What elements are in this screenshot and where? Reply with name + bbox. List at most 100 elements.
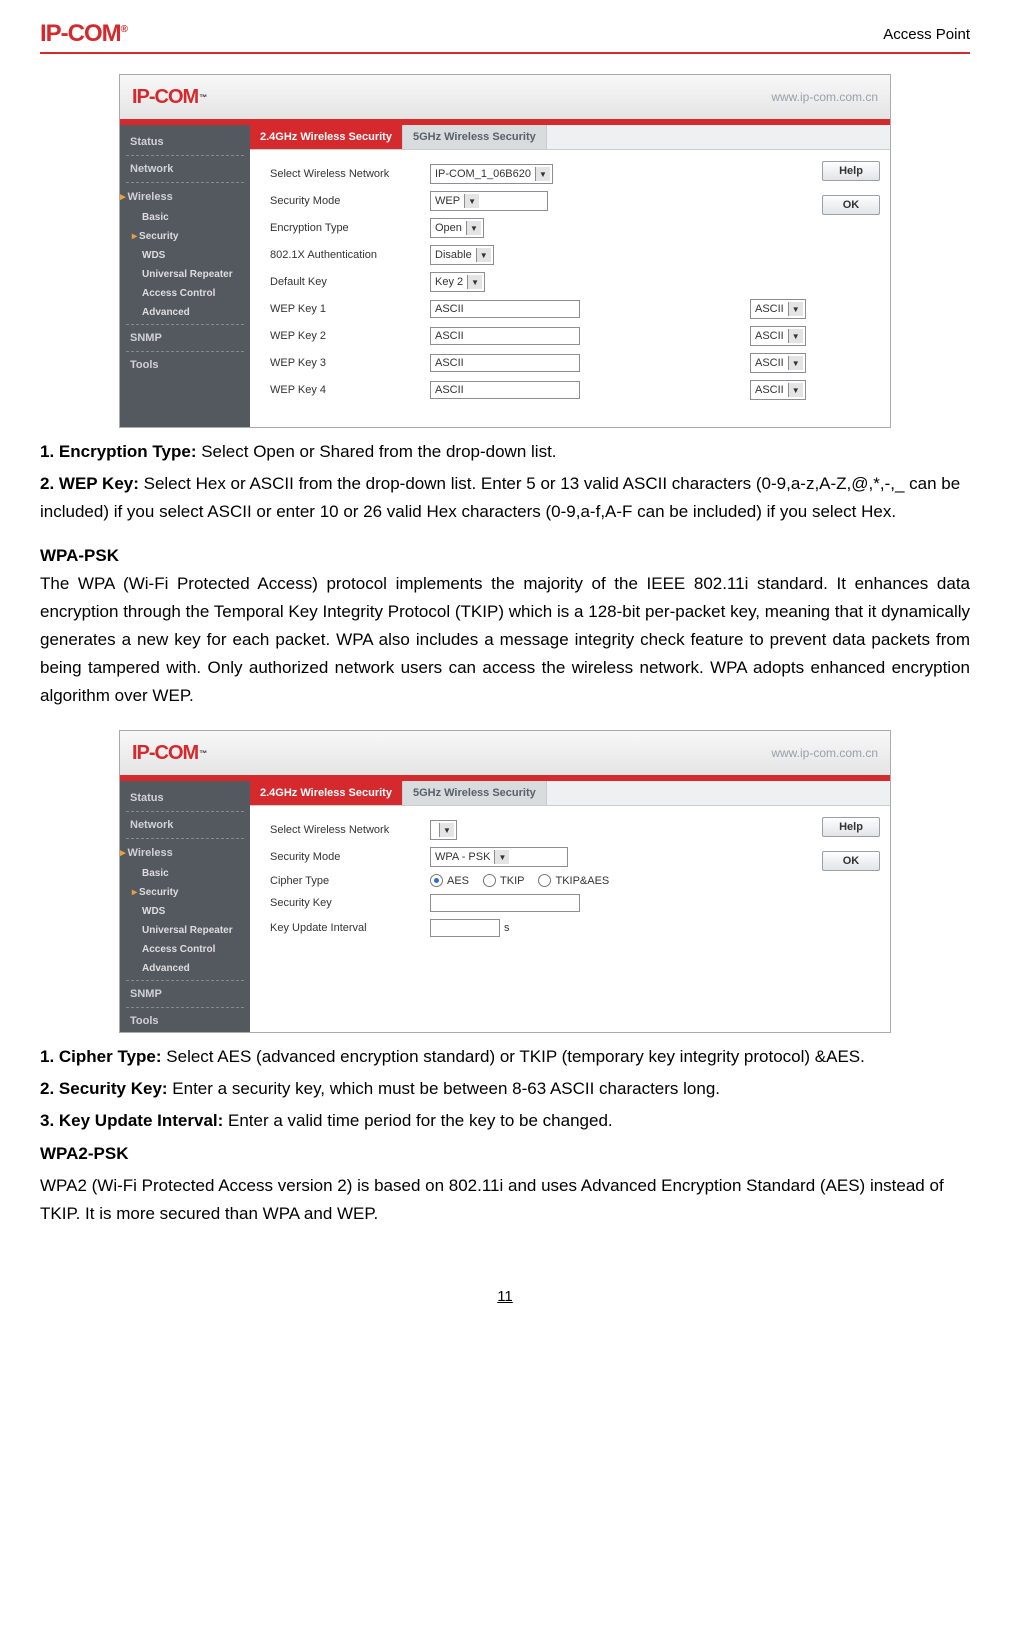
sidebar-item-status[interactable]: Status — [120, 131, 250, 153]
sidebar-item-tools[interactable]: Tools — [120, 1010, 250, 1032]
select-wireless-network[interactable]: IP-COM_1_06B620▼ — [430, 164, 553, 184]
chevron-down-icon: ▼ — [788, 383, 803, 397]
help-button[interactable]: Help — [822, 161, 880, 181]
wep-key2-type[interactable]: ASCII▼ — [750, 326, 806, 346]
ui-topbar: IP-COM™ www.ip-com.com.cn — [120, 75, 890, 119]
screenshot-wep: IP-COM™ www.ip-com.com.cn Status Network… — [119, 74, 891, 428]
sidebar-item-basic[interactable]: Basic — [120, 208, 250, 227]
wep-key2-input[interactable]: ASCII — [430, 327, 580, 345]
screenshot-wpa: IP-COM™ www.ip-com.com.cn Status Network… — [119, 730, 891, 1033]
sidebar-item-universal-repeater[interactable]: Universal Repeater — [120, 921, 250, 940]
sidebar-item-security[interactable]: Security — [120, 883, 250, 902]
wpa-body: The WPA (Wi-Fi Protected Access) protoco… — [40, 570, 970, 710]
sidebar: Status Network Wireless Basic Security W… — [120, 125, 250, 427]
chevron-down-icon: ▼ — [464, 194, 479, 208]
tab-24ghz[interactable]: 2.4GHz Wireless Security — [250, 781, 403, 805]
label-default-key: Default Key — [270, 276, 430, 288]
sidebar-item-network[interactable]: Network — [120, 814, 250, 836]
wpa-heading: WPA-PSK — [40, 546, 970, 566]
sidebar-item-advanced[interactable]: Advanced — [120, 303, 250, 322]
sidebar-item-snmp[interactable]: SNMP — [120, 327, 250, 349]
wep-key1-input[interactable]: ASCII — [430, 300, 580, 318]
sidebar-item-access-control[interactable]: Access Control — [120, 284, 250, 303]
label-8021x: 802.1X Authentication — [270, 249, 430, 261]
sidebar-item-snmp[interactable]: SNMP — [120, 983, 250, 1005]
tabs-2: 2.4GHz Wireless Security 5GHz Wireless S… — [250, 781, 890, 806]
label-select-network: Select Wireless Network — [270, 168, 430, 180]
tabs: 2.4GHz Wireless Security 5GHz Wireless S… — [250, 125, 890, 150]
label-encryption-type: Encryption Type — [270, 222, 430, 234]
label-wep-key-2: WEP Key 2 — [270, 330, 430, 342]
chevron-down-icon: ▼ — [494, 850, 509, 864]
label-security-mode: Security Mode — [270, 851, 430, 863]
select-default-key[interactable]: Key 2▼ — [430, 272, 485, 292]
sidebar-2: Status Network Wireless Basic Security W… — [120, 781, 250, 1032]
ok-button[interactable]: OK — [822, 195, 880, 215]
chevron-down-icon: ▼ — [466, 221, 481, 235]
sidebar-item-status[interactable]: Status — [120, 787, 250, 809]
chevron-down-icon: ▼ — [476, 248, 491, 262]
select-security-mode[interactable]: WPA - PSK▼ — [430, 847, 568, 867]
chevron-down-icon: ▼ — [467, 275, 482, 289]
security-key-input[interactable] — [430, 894, 580, 912]
select-security-mode[interactable]: WEP▼ — [430, 191, 548, 211]
radio-unchecked-icon — [483, 874, 496, 887]
sidebar-item-network[interactable]: Network — [120, 158, 250, 180]
chevron-down-icon: ▼ — [788, 329, 803, 343]
label-cipher-type: Cipher Type — [270, 875, 430, 887]
wep-key3-type[interactable]: ASCII▼ — [750, 353, 806, 373]
ui-topbar-2: IP-COM™ www.ip-com.com.cn — [120, 731, 890, 775]
tab-5ghz[interactable]: 5GHz Wireless Security — [403, 781, 547, 805]
wep-key1-type[interactable]: ASCII▼ — [750, 299, 806, 319]
label-security-key: Security Key — [270, 897, 430, 909]
tab-5ghz[interactable]: 5GHz Wireless Security — [403, 125, 547, 149]
chevron-down-icon: ▼ — [788, 356, 803, 370]
label-select-network: Select Wireless Network — [270, 824, 430, 836]
ui-url: www.ip-com.com.cn — [771, 90, 878, 104]
help-button[interactable]: Help — [822, 817, 880, 837]
chevron-down-icon: ▼ — [439, 823, 454, 837]
chevron-down-icon: ▼ — [535, 167, 550, 181]
select-8021x[interactable]: Disable▼ — [430, 245, 494, 265]
wep-key4-type[interactable]: ASCII▼ — [750, 380, 806, 400]
ui-url-2: www.ip-com.com.cn — [771, 746, 878, 760]
sidebar-item-advanced[interactable]: Advanced — [120, 959, 250, 978]
sidebar-item-access-control[interactable]: Access Control — [120, 940, 250, 959]
page-number: 11 — [40, 1288, 970, 1305]
interval-unit: s — [504, 922, 510, 934]
label-security-mode: Security Mode — [270, 195, 430, 207]
radio-unchecked-icon — [538, 874, 551, 887]
sidebar-item-wireless[interactable]: Wireless — [120, 185, 250, 208]
ui-logo-2: IP-COM™ — [132, 742, 206, 765]
sidebar-item-wds[interactable]: WDS — [120, 902, 250, 921]
tab-24ghz[interactable]: 2.4GHz Wireless Security — [250, 125, 403, 149]
label-wep-key-1: WEP Key 1 — [270, 303, 430, 315]
brand-logo-reg: ® — [121, 24, 127, 35]
label-wep-key-3: WEP Key 3 — [270, 357, 430, 369]
sidebar-item-universal-repeater[interactable]: Universal Repeater — [120, 265, 250, 284]
sidebar-item-wds[interactable]: WDS — [120, 246, 250, 265]
sidebar-item-wireless[interactable]: Wireless — [120, 841, 250, 864]
wep-key4-input[interactable]: ASCII — [430, 381, 580, 399]
doc-header: IP-COM® Access Point — [40, 20, 970, 54]
radio-tkip-aes[interactable]: TKIP&AES — [538, 874, 609, 887]
select-wireless-network[interactable]: ▼ — [430, 820, 457, 840]
brand-logo-text: IP-COM — [40, 20, 121, 47]
sidebar-item-tools[interactable]: Tools — [120, 354, 250, 376]
label-wep-key-4: WEP Key 4 — [270, 384, 430, 396]
sidebar-item-security[interactable]: Security — [120, 227, 250, 246]
ok-button[interactable]: OK — [822, 851, 880, 871]
wep-description: 1. Encryption Type: Select Open or Share… — [40, 438, 970, 526]
radio-checked-icon — [430, 874, 443, 887]
sidebar-item-basic[interactable]: Basic — [120, 864, 250, 883]
wpa-description: 1. Cipher Type: Select AES (advanced enc… — [40, 1043, 970, 1227]
wep-key3-input[interactable]: ASCII — [430, 354, 580, 372]
radio-aes[interactable]: AES — [430, 874, 469, 887]
key-interval-input[interactable] — [430, 919, 500, 937]
radio-tkip[interactable]: TKIP — [483, 874, 524, 887]
doc-header-right: Access Point — [883, 26, 970, 43]
ui-logo: IP-COM™ — [132, 86, 206, 109]
chevron-down-icon: ▼ — [788, 302, 803, 316]
brand-logo: IP-COM® — [40, 20, 127, 48]
select-encryption-type[interactable]: Open▼ — [430, 218, 484, 238]
